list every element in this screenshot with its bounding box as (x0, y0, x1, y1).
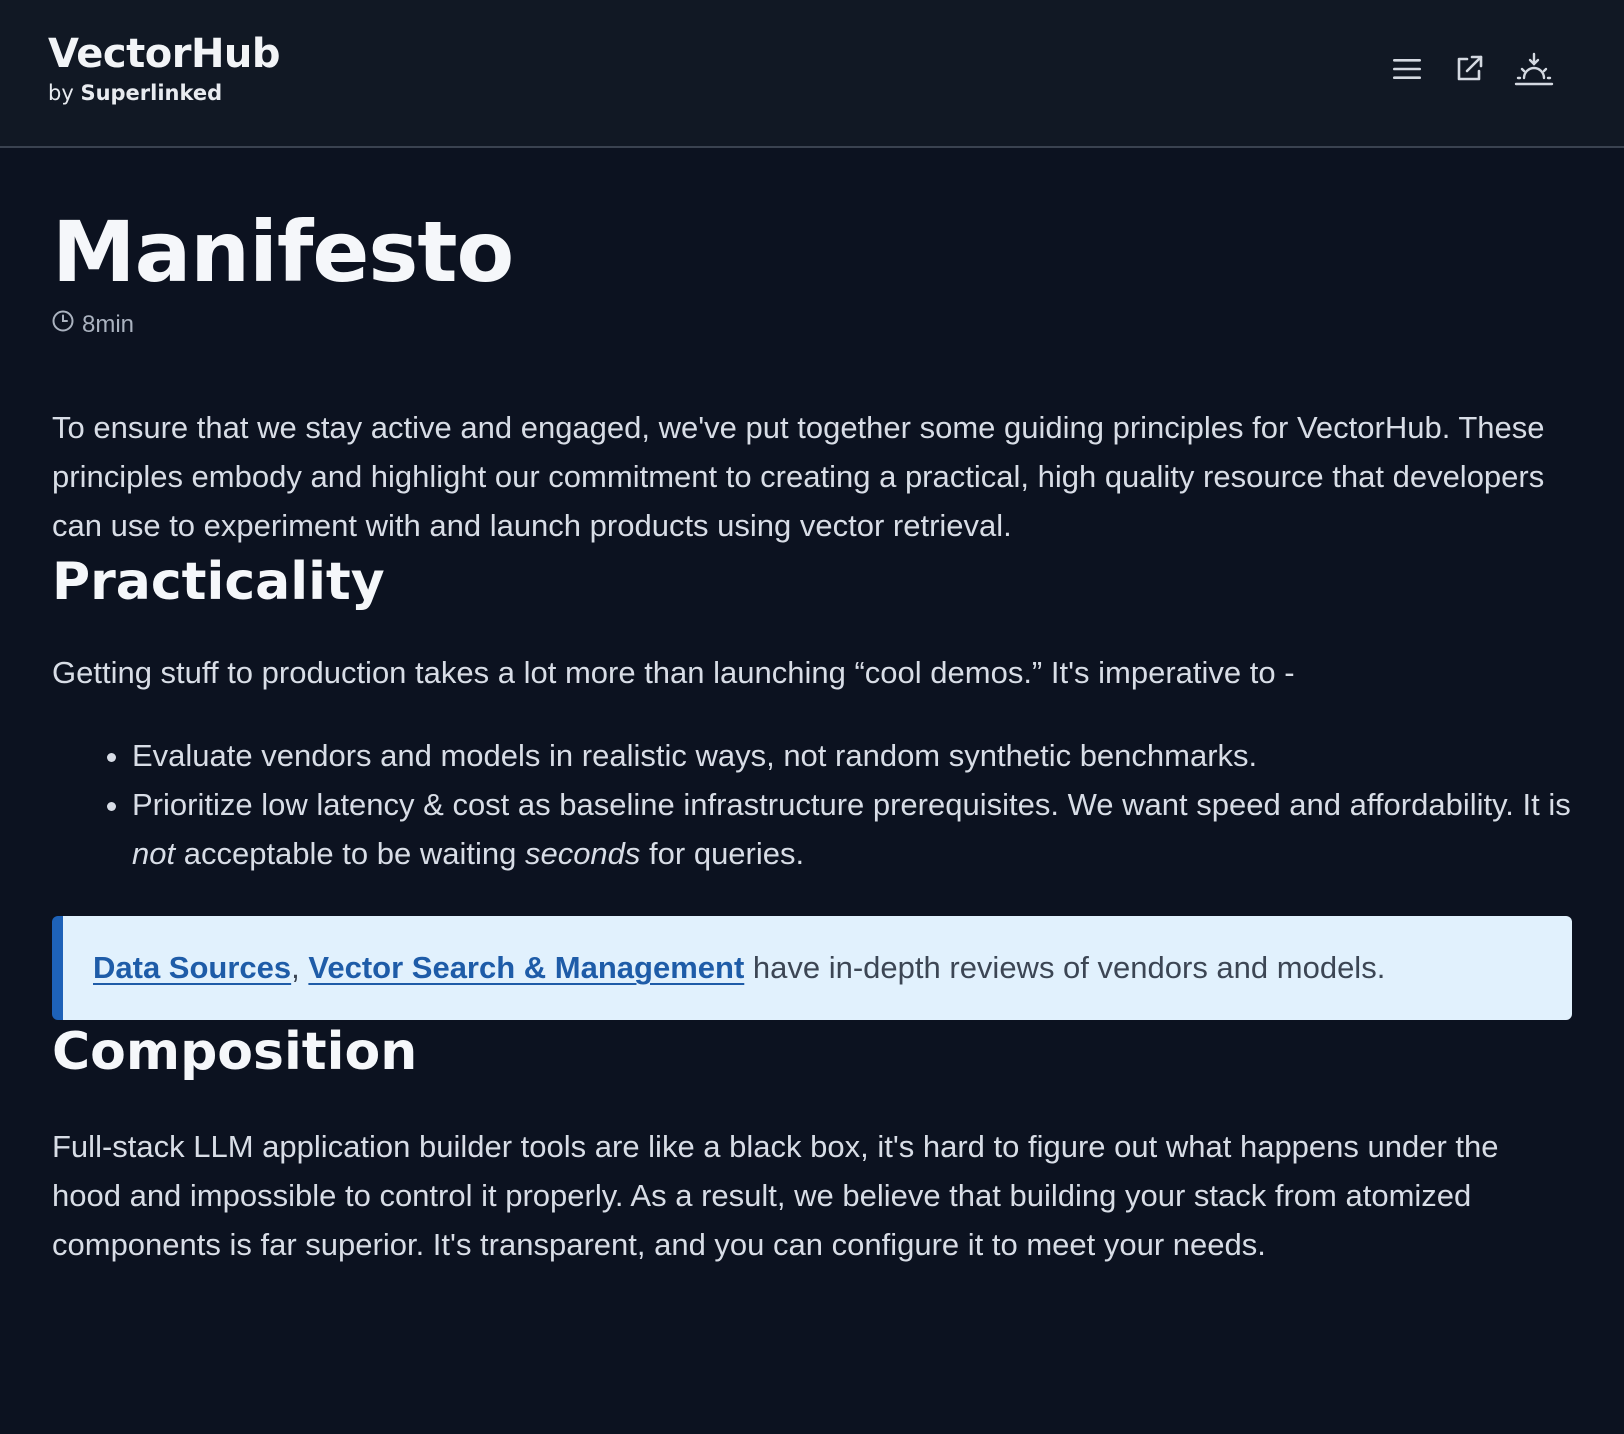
top-navigation-bar: VectorHub by Superlinked (0, 0, 1624, 148)
page-title: Manifesto (52, 203, 514, 301)
clock-icon (52, 310, 74, 339)
header-actions (1390, 52, 1554, 86)
practicality-paragraph: Getting stuff to production takes a lot … (52, 655, 1295, 690)
practicality-bullet-list: Evaluate vendors and models in realistic… (52, 731, 1572, 878)
bullet-text: Evaluate vendors and models in realistic… (132, 738, 1258, 773)
callout-text: have in-depth reviews of vendors and mod… (744, 950, 1386, 985)
info-callout: Data Sources, Vector Search & Management… (52, 916, 1572, 1020)
vectorhub-logo[interactable]: VectorHub by Superlinked (48, 30, 281, 106)
bullet-text-part: acceptable to be waiting (175, 836, 525, 871)
list-item: Evaluate vendors and models in realistic… (132, 731, 1572, 780)
external-link-icon[interactable] (1452, 52, 1486, 86)
bullet-text-part: Prioritize low latency & cost as baselin… (132, 787, 1571, 822)
bullet-text-part: for queries. (640, 836, 805, 871)
list-item: Prioritize low latency & cost as baselin… (132, 780, 1572, 878)
callout-separator: , (291, 950, 300, 985)
composition-paragraph: Full-stack LLM application builder tools… (52, 1129, 1499, 1262)
vector-search-management-link[interactable]: Vector Search & Management (308, 950, 744, 985)
data-sources-link[interactable]: Data Sources (93, 950, 291, 985)
theme-toggle-icon[interactable] (1514, 52, 1554, 86)
emphasis-seconds: seconds (524, 836, 641, 871)
logo-brand-text: Superlinked (80, 81, 223, 105)
read-time-label: 8min (82, 310, 135, 338)
article-content: Manifesto 8min To ensure that we stay ac… (52, 148, 1572, 1269)
read-time: 8min (52, 310, 1572, 339)
logo-by-text: by (48, 81, 74, 105)
section-heading-composition: Composition (52, 1022, 418, 1082)
section-heading-practicality: Practicality (52, 552, 385, 612)
emphasis-not: not (132, 836, 176, 871)
menu-icon[interactable] (1390, 52, 1424, 86)
logo-subtitle: by Superlinked (48, 80, 280, 106)
intro-paragraph: To ensure that we stay active and engage… (52, 410, 1545, 543)
logo-title: VectorHub (48, 31, 281, 77)
